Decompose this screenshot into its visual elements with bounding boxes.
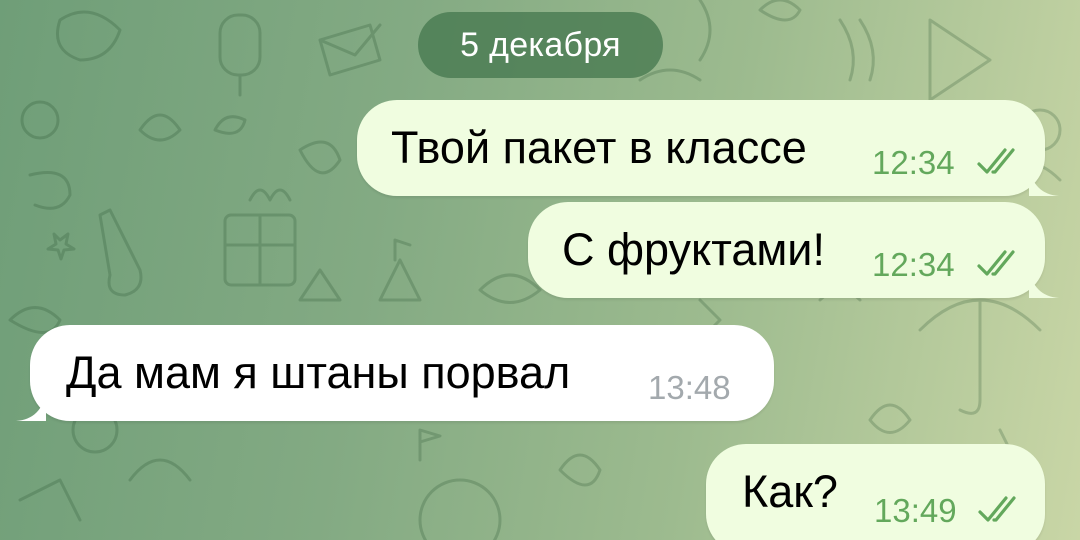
message-time: 12:34 <box>872 144 955 181</box>
message-time: 13:48 <box>648 369 731 406</box>
message-bubble-outgoing[interactable]: Твой пакет в классе 12:34 <box>357 100 1059 196</box>
message-text: Да мам я штаны порвал <box>66 347 571 398</box>
message-bubble-outgoing[interactable]: С фруктами! 12:34 <box>528 202 1059 298</box>
message-text: Как? <box>742 466 838 517</box>
date-label: 5 декабря <box>460 25 621 64</box>
chat-background: 5 декабря Твой пакет в классе 12:34 С фр… <box>0 0 1080 540</box>
message-text: С фруктами! <box>562 224 825 275</box>
message-time: 13:49 <box>874 492 957 529</box>
double-check-icon <box>977 250 1015 276</box>
bubble-tail-icon <box>1029 166 1059 196</box>
bubble-tail-icon <box>16 391 46 421</box>
double-check-icon <box>978 496 1016 522</box>
message-time: 12:34 <box>872 246 955 283</box>
date-divider: 5 декабря <box>418 12 663 78</box>
message-bubble-outgoing[interactable]: Как? 13:49 <box>706 444 1045 540</box>
bubble-tail-icon <box>1029 268 1059 298</box>
double-check-icon <box>977 148 1015 174</box>
message-text: Твой пакет в классе <box>391 122 807 173</box>
message-bubble-incoming[interactable]: Да мам я штаны порвал 13:48 <box>16 325 774 421</box>
